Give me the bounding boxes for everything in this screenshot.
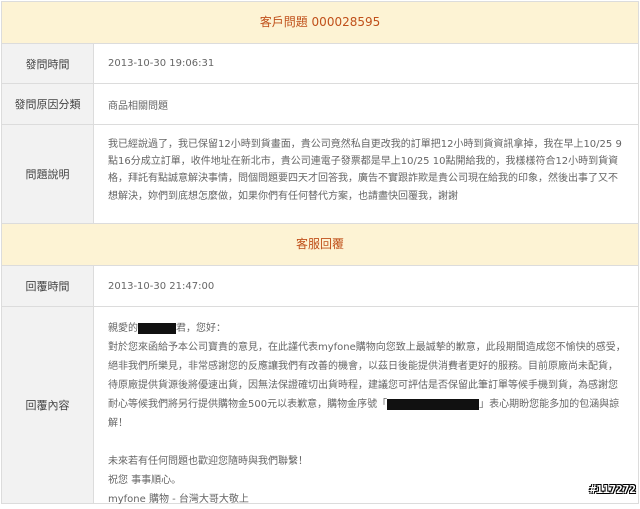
reply-time-label: 回覆時間 [2,266,94,306]
reply-time-row: 回覆時間 2013-10-30 21:47:00 [2,266,638,307]
reply-body: 對於您來函給予本公司寶貴的意見，在此謹代表myfone購物向您致上最誠摯的歉意，… [108,342,626,429]
reply-signature: myfone 購物 - 台灣大哥大敬上 [108,494,249,505]
ticket-panel: 客戶問題 000028595 發問時間 2013-10-30 19:06:31 … [1,1,639,505]
redacted-name [138,322,176,334]
watermark-id: #117272 [589,483,636,496]
question-category-value: 商品相關問題 [108,100,168,112]
service-header: 客服回覆 [2,224,638,266]
reply-closing-1: 未來若有任何問題也歡迎您隨時與我們聯繫！ [108,456,308,467]
question-time-value: 2013-10-30 19:06:31 [108,58,215,69]
question-time-label: 發問時間 [2,44,94,83]
question-description-text: 我已經說過了，我已保留12小時到貨畫面，貴公司竟然私自更改我的訂單把12小時到貨… [108,139,622,202]
redacted-serial [387,398,480,410]
reply-content-label: 回覆內容 [2,307,94,503]
question-time-row: 發問時間 2013-10-30 19:06:31 [2,44,638,84]
question-header: 客戶問題 000028595 [2,2,638,44]
reply-content-row: 回覆內容 親愛的 君，您好： 對於您來函給予本公司寶貴的意見，在此謹代表myfon… [2,307,638,505]
question-description-label: 問題說明 [2,125,94,223]
question-category-label: 發問原因分類 [2,84,94,124]
reply-time-value: 2013-10-30 21:47:00 [108,280,215,292]
reply-greeting: 親愛的 君，您好： [108,322,226,334]
reply-closing-2: 祝您 事事順心。 [108,475,182,486]
question-category-row: 發問原因分類 商品相關問題 [2,84,638,125]
question-description-row: 問題說明 我已經說過了，我已保留12小時到貨畫面，貴公司竟然私自更改我的訂單把1… [2,125,638,224]
